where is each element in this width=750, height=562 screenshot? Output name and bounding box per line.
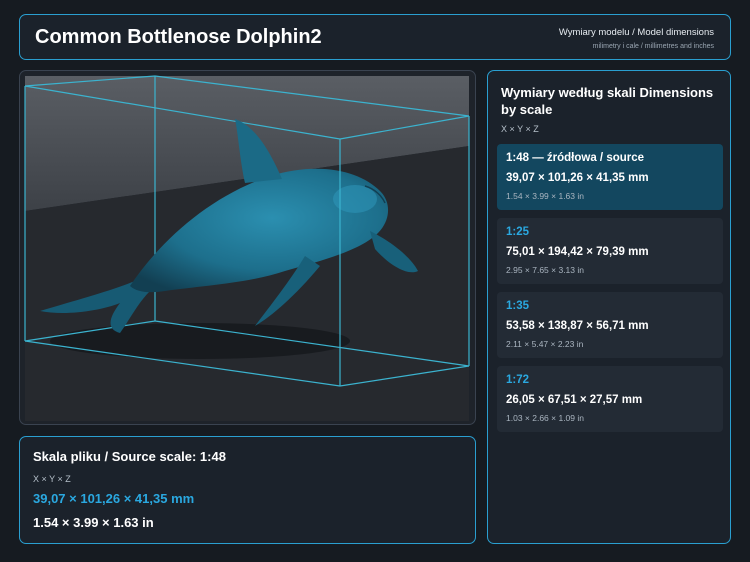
scale-card-1-25[interactable]: 1:25 75,01 × 194,42 × 79,39 mm 2.95 × 7.…	[497, 218, 723, 284]
axes-label: X × Y × Z	[501, 124, 539, 134]
scale-mm-dimensions: 75,01 × 194,42 × 79,39 mm	[506, 246, 649, 258]
source-scale-title: Skala pliku / Source scale: 1:48	[33, 449, 226, 464]
scale-inch-dimensions: 1.54 × 3.99 × 1.63 in	[506, 191, 584, 201]
source-mm-dimensions: 39,07 × 101,26 × 41,35 mm	[33, 491, 195, 506]
scale-card-1-35[interactable]: 1:35 53,58 × 138,87 × 56,71 mm 2.11 × 5.…	[497, 292, 723, 358]
scale-inch-dimensions: 1.03 × 2.66 × 1.09 in	[506, 413, 584, 423]
scale-ratio: 1:35	[506, 300, 530, 312]
scale-ratio: 1:48 — źródłowa / source	[506, 152, 645, 164]
scale-mm-dimensions: 39,07 × 101,26 × 41,35 mm	[506, 172, 649, 184]
scale-mm-dimensions: 26,05 × 67,51 × 27,57 mm	[506, 394, 643, 406]
units-note: milimetry i cale / millimetres and inche…	[592, 43, 714, 50]
source-inch-dimensions: 1.54 × 3.99 × 1.63 in	[33, 515, 154, 530]
model-shadow	[50, 323, 350, 359]
source-scale-panel: Skala pliku / Source scale: 1:48 X × Y ×…	[19, 436, 476, 544]
dimensions-subtitle: Wymiary modelu / Model dimensions	[558, 27, 714, 38]
scale-ratio: 1:72	[506, 374, 530, 386]
scale-mm-dimensions: 53,58 × 138,87 × 56,71 mm	[506, 320, 649, 332]
scale-ratio: 1:25	[506, 226, 530, 238]
model-viewport[interactable]	[19, 70, 476, 425]
scale-inch-dimensions: 2.11 × 5.47 × 2.23 in	[506, 339, 584, 349]
model-render	[24, 75, 470, 421]
model-title: Common Bottlenose Dolphin2	[35, 26, 322, 48]
axes-label: X × Y × Z	[33, 474, 71, 484]
scale-dimensions-panel: Wymiary według skali Dimensions by scale…	[487, 70, 731, 544]
scale-card-1-48[interactable]: 1:48 — źródłowa / source 39,07 × 101,26 …	[497, 144, 723, 210]
scale-inch-dimensions: 2.95 × 7.65 × 3.13 in	[506, 265, 584, 275]
scale-panel-title: Wymiary według skali Dimensions by scale	[501, 85, 714, 117]
scale-card-1-72[interactable]: 1:72 26,05 × 67,51 × 27,57 mm 1.03 × 2.6…	[497, 366, 723, 432]
header-bar: Common Bottlenose Dolphin2 Wymiary model…	[19, 14, 731, 60]
